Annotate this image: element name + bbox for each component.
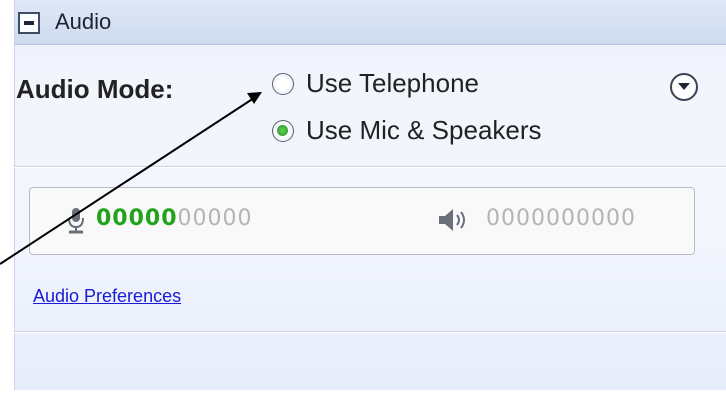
divider bbox=[14, 166, 726, 168]
audio-preferences-link[interactable]: Audio Preferences bbox=[33, 286, 181, 307]
microphone-icon bbox=[68, 208, 84, 234]
speaker-level-meter: 0000000000 bbox=[486, 206, 636, 231]
radio-label-use-telephone[interactable]: Use Telephone bbox=[306, 68, 479, 99]
audio-panel-header[interactable]: Audio bbox=[15, 0, 726, 45]
radio-use-mic-speakers[interactable] bbox=[272, 120, 294, 142]
audio-mode-label: Audio Mode: bbox=[16, 74, 174, 104]
collapse-icon[interactable] bbox=[18, 12, 40, 34]
audio-levels-box: 0000000000 0000000000 bbox=[29, 187, 695, 255]
mic-level-meter: 0000000000 bbox=[96, 206, 253, 231]
mic-level-active: 00000 bbox=[96, 206, 178, 231]
divider bbox=[14, 331, 726, 333]
radio-use-telephone[interactable] bbox=[272, 73, 294, 95]
panel-title: Audio bbox=[55, 9, 112, 34]
mic-level-inactive: 00000 bbox=[177, 206, 253, 231]
chevron-down-icon[interactable] bbox=[670, 73, 698, 101]
radio-label-use-mic-speakers[interactable]: Use Mic & Speakers bbox=[306, 115, 542, 146]
speaker-icon bbox=[439, 209, 465, 231]
